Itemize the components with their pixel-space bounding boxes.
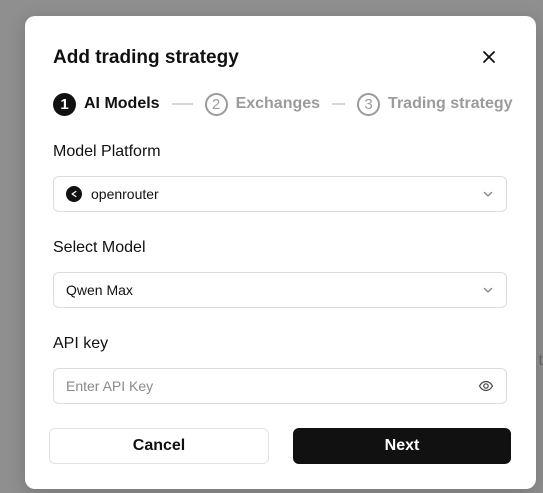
close-icon	[483, 51, 495, 63]
stepper: 1 AI Models 2 Exchanges 3 Trading strate…	[53, 92, 513, 116]
step-trading-strategy: 3 Trading strategy	[357, 92, 513, 116]
model-platform-value: openrouter	[91, 186, 159, 202]
step-exchanges: 2 Exchanges	[204, 92, 321, 116]
api-key-input[interactable]	[66, 378, 478, 394]
step-label: Exchanges	[235, 95, 321, 112]
model-platform-label: Model Platform	[53, 143, 161, 160]
close-button[interactable]	[480, 48, 498, 66]
select-model-value: Qwen Max	[66, 282, 133, 298]
cancel-button[interactable]: Cancel	[49, 428, 269, 464]
select-model-dropdown[interactable]: Qwen Max	[53, 272, 507, 308]
model-platform-select[interactable]: openrouter	[53, 176, 507, 212]
step-number: 3	[357, 92, 381, 116]
step-ai-models: 1 AI Models	[53, 92, 160, 116]
step-label: Trading strategy	[388, 95, 513, 112]
chevron-down-icon	[483, 287, 493, 293]
step-connector	[171, 103, 193, 105]
api-key-label: API key	[53, 335, 109, 352]
chevron-down-icon	[483, 191, 493, 197]
eye-icon[interactable]	[478, 378, 494, 394]
select-model-label: Select Model	[53, 239, 146, 256]
step-label: AI Models	[84, 95, 160, 112]
next-button[interactable]: Next	[293, 428, 511, 464]
step-number: 2	[204, 92, 228, 116]
add-strategy-dialog: Add trading strategy 1 AI Models 2 Excha…	[25, 16, 536, 489]
step-number: 1	[53, 92, 76, 116]
background-partial-text: t	[538, 352, 543, 369]
dialog-title: Add trading strategy	[53, 47, 239, 68]
openrouter-logo-icon	[66, 186, 82, 202]
step-connector	[332, 103, 346, 105]
api-key-field	[53, 368, 507, 404]
